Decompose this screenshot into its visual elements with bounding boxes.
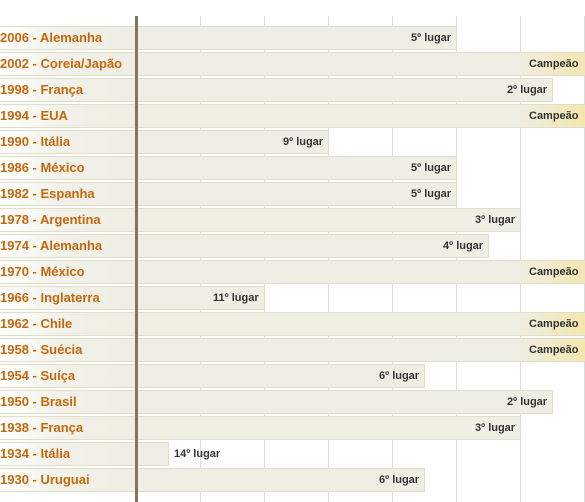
category-label: 1966 - Inglaterra [0,290,100,305]
placement-label: 2º lugar [507,84,548,96]
placement-label: 3º lugar [475,422,516,434]
placement-label: Campeão [529,58,579,70]
placement-label: Campeão [529,266,579,278]
chart-row: 1990 - Itália 9º lugar [0,130,585,154]
placement-label: Campeão [529,110,579,122]
category-label: 1982 - Espanha [0,186,95,201]
category-label: 1998 - França [0,82,84,97]
chart-row: 1938 - França 3º lugar [0,416,585,440]
chart-row: 1998 - França 2º lugar [0,78,585,102]
category-label: 1986 - México [0,160,85,175]
y-axis-line [135,16,138,502]
category-label: 2006 - Alemanha [0,30,103,45]
chart-row: 1934 - Itália 14º lugar [0,442,585,466]
placement-label: 5º lugar [411,188,452,200]
placement-label: 2º lugar [507,396,548,408]
placement-label: 5º lugar [411,32,452,44]
category-label: 1954 - Suíça [0,368,76,383]
bar [0,104,585,128]
category-label: 1930 - Uruguai [0,472,90,487]
chart-row: 1982 - Espanha 5º lugar [0,182,585,206]
category-label: 1962 - Chile [0,316,73,331]
bar [0,312,585,336]
category-label: 1934 - Itália [0,446,71,461]
bar [0,338,585,362]
chart-row: 1966 - Inglaterra 11º lugar [0,286,585,310]
bar [0,260,585,284]
placement-label: 3º lugar [475,214,516,226]
category-label: 1958 - Suécia [0,342,83,357]
chart-row: 1954 - Suíça 6º lugar [0,364,585,388]
placement-label: 5º lugar [411,162,452,174]
category-label: 1970 - México [0,264,85,279]
chart-row: 1978 - Argentina 3º lugar [0,208,585,232]
placement-label: 6º lugar [379,370,420,382]
chart-row: 1950 - Brasil 2º lugar [0,390,585,414]
chart-row: 1986 - México 5º lugar [0,156,585,180]
chart-row: 1970 - México Campeão [0,260,585,284]
bar [0,390,553,414]
placement-label: 14º lugar [174,448,221,460]
chart-row: 1930 - Uruguai 6º lugar [0,468,585,492]
category-label: 1994 - EUA [0,108,68,123]
placement-label: 11º lugar [213,292,259,304]
placement-label: Campeão [529,344,579,356]
placement-label: 9º lugar [283,136,324,148]
chart-row: 1974 - Alemanha 4º lugar [0,234,585,258]
category-label: 2002 - Coreia/Japão [0,56,123,71]
chart-row: 1994 - EUA Campeão [0,104,585,128]
placement-label: 6º lugar [379,474,420,486]
chart-row: 2006 - Alemanha 5º lugar [0,26,585,50]
category-label: 1978 - Argentina [0,212,101,227]
placement-label: Campeão [529,318,579,330]
world-cup-placement-chart: 2006 - Alemanha 5º lugar 2002 - Coreia/Jap… [0,0,585,502]
placement-label: 4º lugar [443,240,484,252]
category-label: 1950 - Brasil [0,394,77,409]
chart-row: 1962 - Chile Campeão [0,312,585,336]
category-label: 1938 - França [0,420,84,435]
chart-row: 2002 - Coreia/Japão Campeão [0,52,585,76]
category-label: 1990 - Itália [0,134,71,149]
category-label: 1974 - Alemanha [0,238,103,253]
chart-row: 1958 - Suécia Campeão [0,338,585,362]
